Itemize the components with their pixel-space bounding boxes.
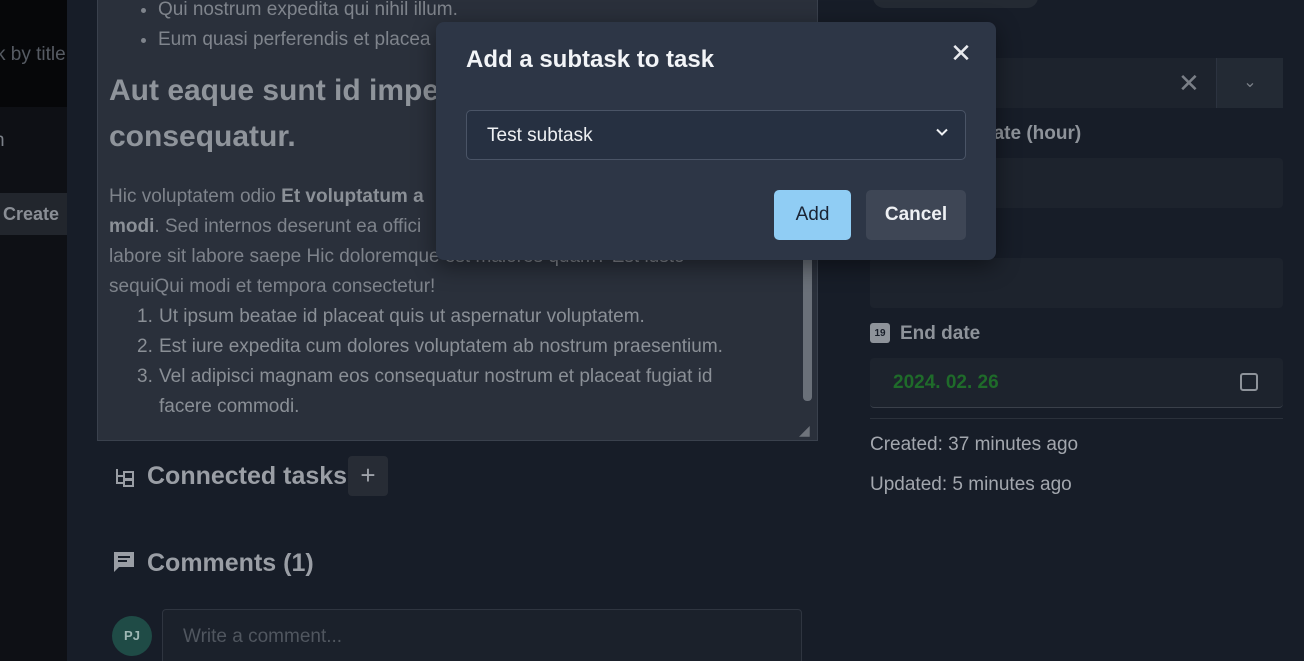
ordered-list: 1. Ut ipsum beatae id placeat quis ut asp…: [109, 302, 769, 422]
spent-input[interactable]: [870, 258, 1283, 308]
end-date-value: 2024. 02. 26: [893, 372, 999, 393]
comments-title: Comments (1): [147, 549, 314, 577]
scrollbar-thumb[interactable]: [803, 241, 812, 401]
add-subtask-modal: Add a subtask to task ✕ Test subtask Add…: [436, 22, 996, 260]
comment-input[interactable]: [183, 624, 783, 650]
end-date-input[interactable]: 2024. 02. 26: [870, 358, 1283, 408]
sidebar: k by title n Create: [0, 0, 67, 661]
comment-icon: [114, 552, 134, 572]
assignee-pill[interactable]: [873, 0, 1038, 8]
list-item: 2. Est iure expedita cum dolores voluptat…: [137, 336, 723, 357]
close-icon[interactable]: ✕: [948, 40, 974, 66]
sidebar-item[interactable]: n: [0, 130, 5, 152]
divider: [870, 418, 1283, 419]
bullet-list: Qui nostrum expedita qui nihil illum. Eu…: [128, 0, 458, 55]
chevron-down-icon[interactable]: ⌄: [1216, 58, 1283, 108]
end-date-label: End date: [900, 323, 981, 344]
calendar-picker-icon[interactable]: [1240, 373, 1258, 391]
avatar: PJ: [112, 616, 152, 656]
calendar-icon: 19: [870, 323, 890, 343]
list-item: 3. Vel adipisci magnam eos consequatur no…: [137, 366, 713, 417]
list-item: Eum quasi perferendis et placea: [158, 25, 458, 55]
cancel-button[interactable]: Cancel: [866, 190, 966, 240]
modal-title: Add a subtask to task: [466, 46, 715, 73]
create-button[interactable]: Create: [0, 193, 67, 235]
connected-tasks-title: Connected tasks: [147, 462, 348, 490]
search-task-input[interactable]: k by title: [0, 44, 66, 66]
chevron-down-icon: [936, 128, 948, 136]
hierarchy-icon: [116, 469, 134, 487]
resize-handle-icon[interactable]: ◢: [799, 422, 815, 438]
subtask-select[interactable]: Test subtask: [466, 110, 966, 160]
comment-box[interactable]: [162, 609, 802, 661]
create-button-label: Create: [3, 204, 60, 224]
subtask-select-value: Test subtask: [487, 125, 593, 146]
clear-icon[interactable]: ✕: [1178, 68, 1200, 99]
editor-heading: Aut eaque sunt id impe consequatur.: [109, 74, 440, 153]
add-connected-task-button[interactable]: +: [348, 456, 388, 496]
sidebar-header: k by title: [0, 0, 67, 107]
add-button[interactable]: Add: [774, 190, 851, 240]
created-text: Created: 37 minutes ago: [870, 434, 1079, 455]
list-item: Qui nostrum expedita qui nihil illum.: [158, 0, 458, 25]
updated-text: Updated: 5 minutes ago: [870, 474, 1072, 495]
estimate-label: nate (hour): [982, 123, 1082, 144]
list-item: 1. Ut ipsum beatae id placeat quis ut asp…: [137, 306, 645, 327]
